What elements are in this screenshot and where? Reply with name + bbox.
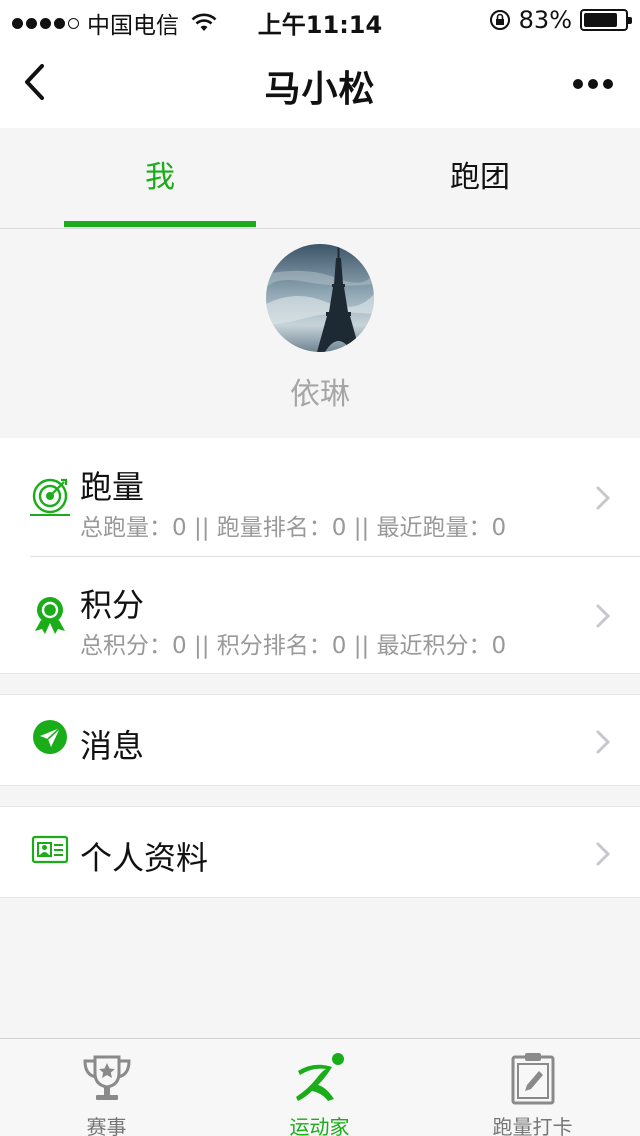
clipboard-icon [511,1053,554,1105]
username: 依琳 [290,377,350,412]
points-title: 积分 [80,586,145,624]
tab-me[interactable]: 我 [0,128,320,228]
tab-events-label: 赛事 [86,1115,127,1136]
stats-group: 跑量 总跑量：0 || 跑量排名：0 || 最近跑量：0 积分 总积分：0 ||… [0,438,640,674]
avatar[interactable] [266,244,374,352]
bottom-tab-bar: 赛事 运动家 跑量打卡 [0,1038,640,1136]
points-row[interactable]: 积分 总积分：0 || 积分排名：0 || 最近积分：0 [0,557,640,674]
rotation-lock-icon [489,10,510,30]
navigation-bar: 马小松 [0,40,640,128]
medal-icon [35,597,65,634]
running-summary: 总跑量：0 || 跑量排名：0 || 最近跑量：0 [80,515,507,541]
tab-athlete-label: 运动家 [289,1115,350,1136]
target-icon [30,478,70,516]
tab-running-checkin-label: 跑量打卡 [492,1115,573,1136]
profile-header: 依琳 [0,229,640,437]
battery-icon [580,9,632,31]
battery-percent: 83% [518,6,572,34]
page-title: 马小松 [264,69,376,110]
chevron-right-icon [596,486,610,510]
points-summary: 总积分：0 || 积分排名：0 || 最近积分：0 [80,633,507,659]
paper-plane-icon [33,720,67,754]
eiffel-tower-photo [266,244,374,352]
battery-level [584,13,618,27]
trophy-icon [82,1055,131,1100]
more-button[interactable] [570,70,616,98]
chevron-right-icon [596,842,610,866]
tab-athlete[interactable]: 运动家 [213,1039,426,1136]
chevron-right-icon [596,604,610,628]
carrier-name: 中国电信 [87,13,179,39]
running-title: 跑量 [80,468,145,506]
profile-info-row[interactable]: 个人资料 [0,807,640,899]
profile-info-title: 个人资料 [80,839,209,877]
tab-running-team[interactable]: 跑团 [320,128,640,228]
running-row[interactable]: 跑量 总跑量：0 || 跑量排名：0 || 最近跑量：0 [0,438,640,556]
messages-row[interactable]: 消息 [0,695,640,787]
more-dot-icon [603,79,613,89]
wifi-icon [191,13,217,31]
id-card-icon [31,835,69,864]
more-dot-icon [573,79,583,89]
tab-running-checkin[interactable]: 跑量打卡 [426,1039,639,1136]
chevron-right-icon [596,730,610,754]
status-bar: 中国电信 上午11:14 83% [0,0,640,40]
profile-info-group: 个人资料 [0,806,640,898]
tab-events[interactable]: 赛事 [0,1039,213,1136]
signal-strength-icon [12,17,79,29]
runner-icon [295,1053,344,1101]
active-tab-indicator [64,221,256,227]
messages-group: 消息 [0,694,640,786]
more-dot-icon [588,79,598,89]
messages-title: 消息 [80,727,145,765]
segment-tabs: 我 跑团 [0,128,640,229]
